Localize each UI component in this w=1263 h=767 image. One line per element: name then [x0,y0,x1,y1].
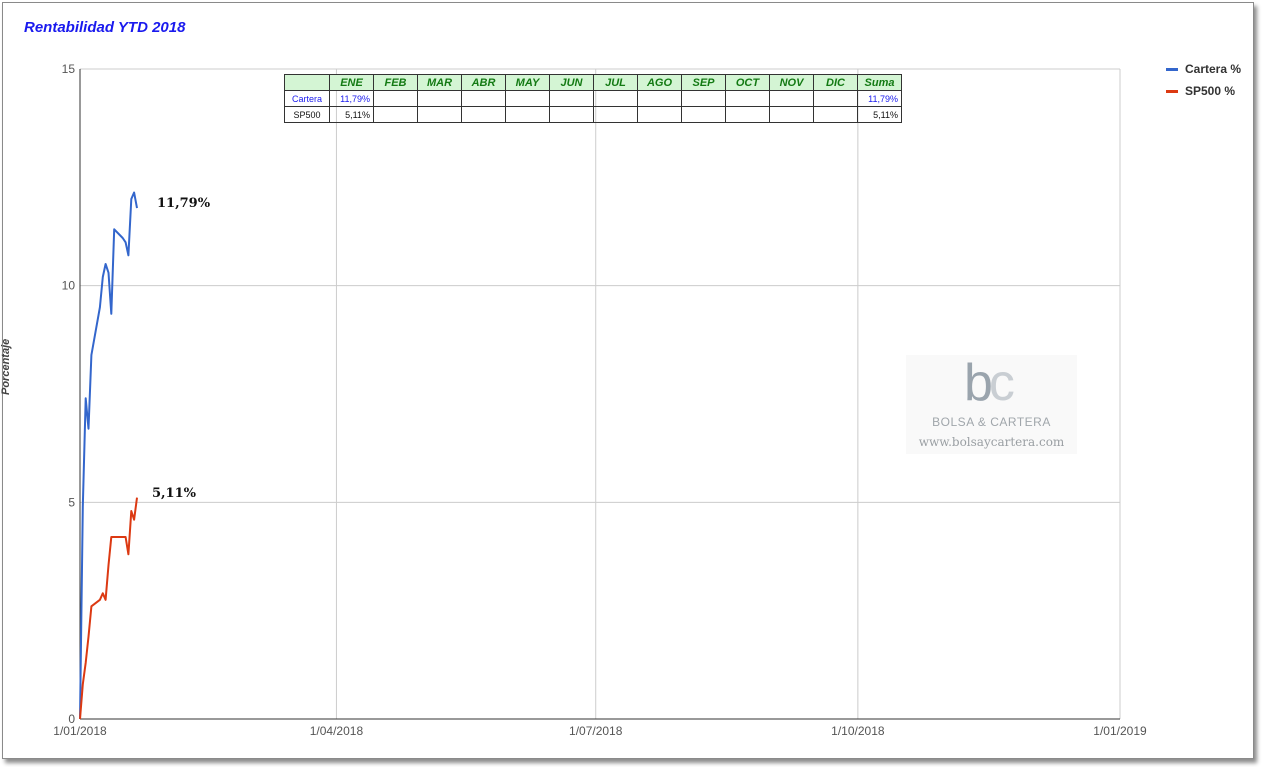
table-cell [593,90,638,107]
table-cell [769,90,814,107]
x-tick-label: 1/04/2018 [310,724,364,738]
table-cell [505,106,550,123]
logo-letter-b: b [964,354,993,412]
logo-name: BOLSA & CARTERA [932,415,1051,429]
table-header-cell: SEP [681,74,726,91]
watermark-logo: bc BOLSA & CARTERA www.bolsaycartera.com [906,353,1077,454]
table-cell [373,106,418,123]
table-cell: Cartera [284,90,330,107]
table-cell [725,90,770,107]
series-end-label: 11,79% [156,196,211,212]
table-header-row: ENE FEB MAR ABR MAY JUN JUL AGO SEP OCT NOV DIC Suma [284,74,902,91]
x-tick-label: 1/10/2018 [831,724,885,738]
table-header-cell: JUL [593,74,638,91]
table-cell [637,90,682,107]
x-tick-label: 1/01/2019 [1093,724,1147,738]
table-header-cell: OCT [725,74,770,91]
table-cell [813,106,858,123]
table-header-cell [284,74,330,91]
table-header-cell: ENE [329,74,374,91]
monthly-returns-table: ENE FEB MAR ABR MAY JUN JUL AGO SEP OCT NOV DIC Suma… [284,74,902,123]
table-row: Cartera 11,79% 11,79% [284,90,902,107]
y-axis-title: Porcentaje [0,338,12,395]
logo-mark: bc [964,353,1015,413]
legend-label: SP500 % [1185,84,1236,98]
legend-label: Cartera % [1185,62,1242,76]
table-cell [417,106,462,123]
legend-swatch [1166,90,1178,93]
table-header-cell: DIC [813,74,858,91]
table-cell: 11,79% [857,90,902,107]
y-tick-label: 10 [62,279,76,293]
series-line-sp500 [79,497,138,720]
logo-letter-c: c [988,354,1015,412]
table-cell [417,90,462,107]
y-tick-label: 5 [68,495,75,509]
table-cell [681,106,726,123]
table-cell: 5,11% [329,106,374,123]
table-header-cell: FEB [373,74,418,91]
table-header-cell: AGO [637,74,682,91]
table-cell [461,90,506,107]
table-cell [725,106,770,123]
table-cell [637,106,682,123]
table-header-cell: ABR [461,74,506,91]
table-header-cell: NOV [769,74,814,91]
legend-swatch [1166,68,1178,71]
table-row: SP500 5,11% 5,11% [284,106,902,123]
table-cell [681,90,726,107]
table-header-cell: MAY [505,74,550,91]
table-cell: SP500 [284,106,330,123]
table-cell [813,90,858,107]
table-cell [505,90,550,107]
table-cell [549,106,594,123]
table-header-cell: Suma [857,74,902,91]
table-cell: 11,79% [329,90,374,107]
table-header-cell: MAR [417,74,462,91]
series-end-label: 5,11% [151,485,196,501]
table-cell [461,106,506,123]
y-tick-label: 15 [62,62,76,76]
table-cell [769,106,814,123]
table-cell: 5,11% [857,106,902,123]
x-tick-label: 1/01/2018 [53,724,107,738]
table-cell [549,90,594,107]
x-tick-label: 1/07/2018 [569,724,623,738]
table-cell [593,106,638,123]
table-cell [373,90,418,107]
logo-url: www.bolsaycartera.com [918,435,1065,449]
table-header-cell: JUN [549,74,594,91]
